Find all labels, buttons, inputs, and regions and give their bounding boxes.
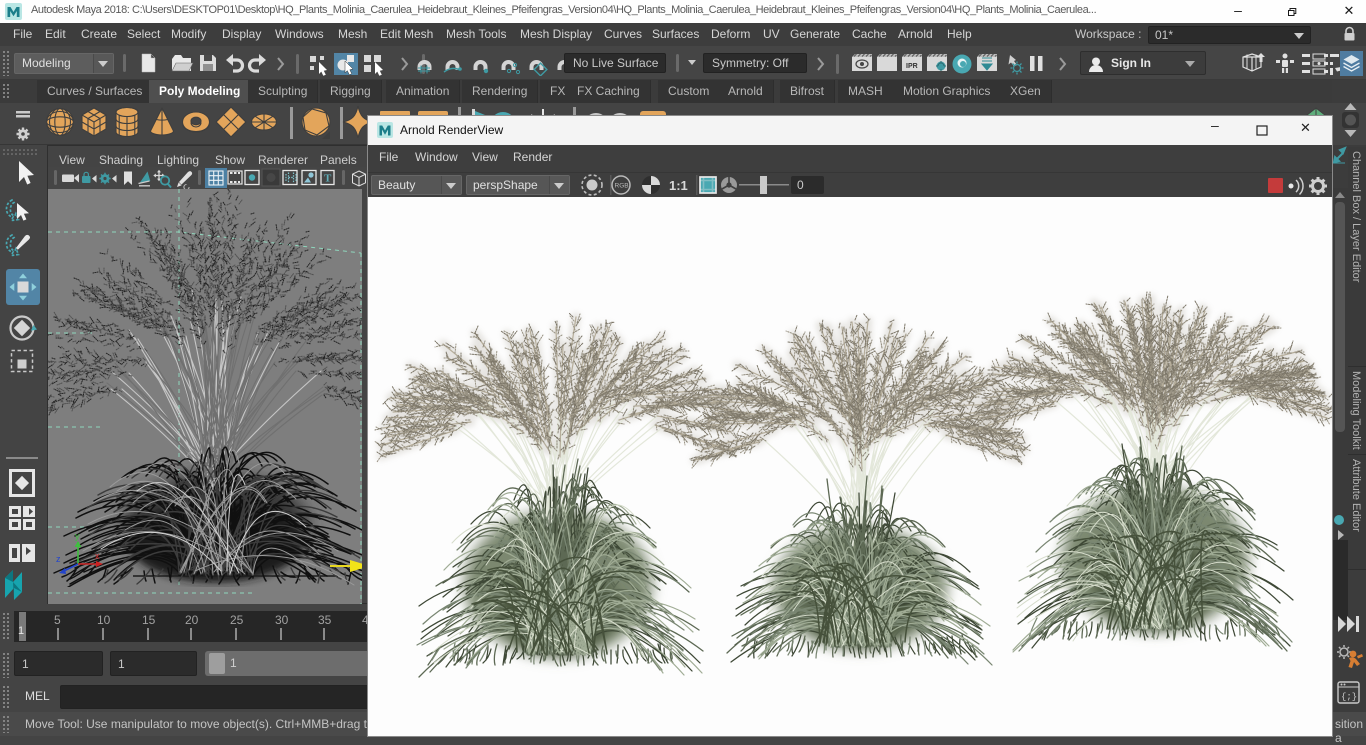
- svg-text:T: T: [324, 173, 332, 185]
- svg-text:x: x: [95, 551, 100, 561]
- svg-text:y: y: [75, 531, 80, 541]
- svg-text:0: 0: [797, 178, 804, 192]
- svg-text:1:1: 1:1: [669, 178, 688, 193]
- svg-text:RGB: RGB: [615, 183, 629, 190]
- svg-text:IPR: IPR: [906, 63, 918, 70]
- svg-text:{;}: {;}: [1341, 692, 1357, 702]
- svg-text:z: z: [56, 554, 61, 564]
